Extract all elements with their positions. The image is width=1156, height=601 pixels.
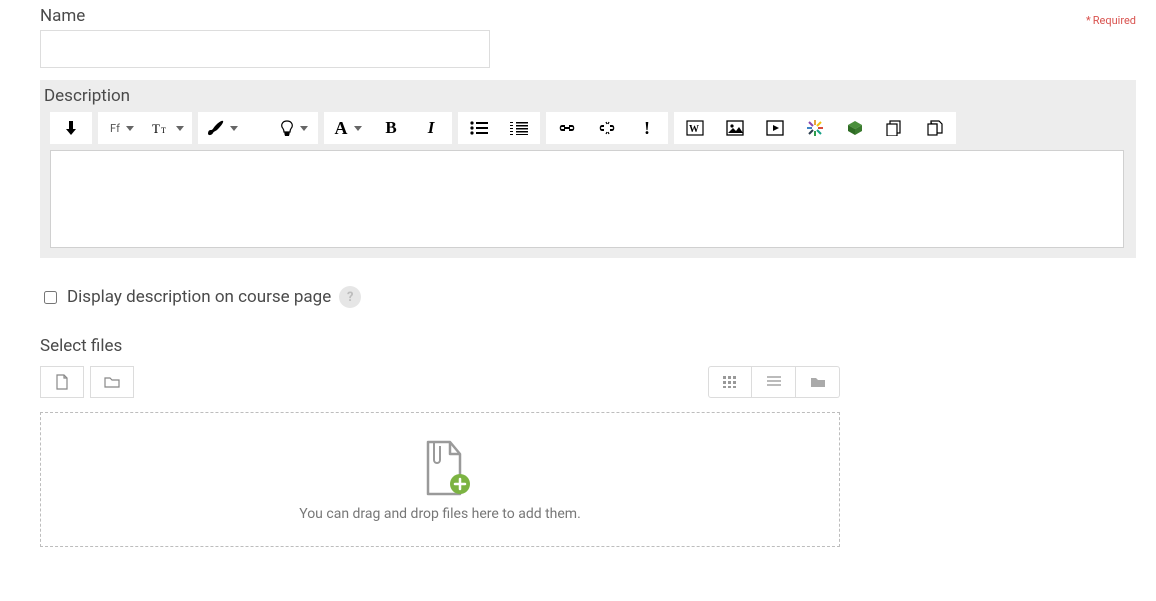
file-dropzone[interactable]: You can drag and drop files here to add …	[40, 412, 840, 547]
font-size-dropdown[interactable]: TT	[145, 113, 191, 143]
files-icon	[886, 120, 904, 136]
view-icons-button[interactable]	[708, 366, 752, 398]
grid-icon	[723, 376, 737, 388]
word-icon: W	[686, 120, 704, 136]
folder-solid-icon	[810, 376, 826, 388]
svg-text:W: W	[689, 124, 699, 135]
exclaim-icon: !	[644, 118, 650, 139]
italic-icon: I	[428, 118, 435, 138]
image-button[interactable]	[715, 113, 755, 143]
help-icon[interactable]: ?	[339, 286, 361, 308]
media-button[interactable]	[755, 113, 795, 143]
numbered-list-icon	[510, 121, 528, 135]
file-icon	[55, 374, 69, 390]
required-hint: Required	[1086, 14, 1136, 27]
media-icon	[766, 120, 784, 136]
view-tree-button[interactable]	[796, 366, 840, 398]
asterisk-icon	[807, 120, 823, 136]
description-block: Description Ff TT	[40, 80, 1136, 258]
view-list-button[interactable]	[752, 366, 796, 398]
caret-icon	[300, 126, 308, 131]
unlink-icon	[598, 120, 616, 136]
svg-text:T: T	[161, 126, 166, 135]
caret-icon	[354, 126, 362, 131]
letter-a-icon: A	[335, 118, 348, 139]
font-family-label: Ff	[110, 122, 120, 135]
bullet-list-icon	[470, 121, 488, 135]
font-family-dropdown[interactable]: Ff	[99, 113, 145, 143]
description-label: Description	[44, 86, 1130, 106]
word-import-button[interactable]: W	[675, 113, 715, 143]
name-label: Name	[40, 6, 1136, 26]
link-button[interactable]	[547, 113, 587, 143]
cube-icon	[847, 120, 863, 136]
bold-icon: B	[385, 118, 396, 138]
numbered-list-button[interactable]	[499, 113, 539, 143]
svg-text:T: T	[152, 121, 160, 136]
dropzone-file-icon	[420, 438, 460, 494]
paragraph-style-dropdown[interactable]: A	[325, 113, 371, 143]
bullet-list-button[interactable]	[459, 113, 499, 143]
unlink-button[interactable]	[587, 113, 627, 143]
image-icon	[726, 120, 744, 136]
copy-button[interactable]	[915, 113, 955, 143]
files-button[interactable]	[875, 113, 915, 143]
copy-icon	[926, 120, 944, 136]
caret-icon	[230, 126, 238, 131]
select-files-label: Select files	[40, 336, 1136, 356]
brush-icon	[206, 120, 224, 136]
dropzone-text: You can drag and drop files here to add …	[299, 506, 581, 522]
link-icon	[558, 120, 576, 136]
remove-format-button[interactable]: !	[627, 113, 667, 143]
name-input[interactable]	[40, 30, 490, 68]
bold-button[interactable]: B	[371, 113, 411, 143]
insert-plugin2-button[interactable]	[835, 113, 875, 143]
bulb-icon	[280, 120, 294, 136]
display-description-label: Display description on course page	[67, 287, 331, 307]
description-editor[interactable]	[50, 150, 1124, 248]
create-folder-button[interactable]	[90, 366, 134, 398]
caret-icon	[126, 126, 134, 131]
text-color-dropdown[interactable]	[199, 113, 245, 143]
add-file-button[interactable]	[40, 366, 84, 398]
italic-button[interactable]: I	[411, 113, 451, 143]
caret-icon	[176, 126, 184, 131]
list-icon	[767, 376, 781, 388]
toolbar-more-button[interactable]	[51, 113, 91, 143]
highlight-dropdown[interactable]	[271, 113, 317, 143]
display-description-checkbox[interactable]	[44, 291, 57, 304]
insert-plugin1-button[interactable]	[795, 113, 835, 143]
editor-toolbar: Ff TT A	[50, 112, 1130, 144]
folder-icon	[104, 375, 120, 389]
